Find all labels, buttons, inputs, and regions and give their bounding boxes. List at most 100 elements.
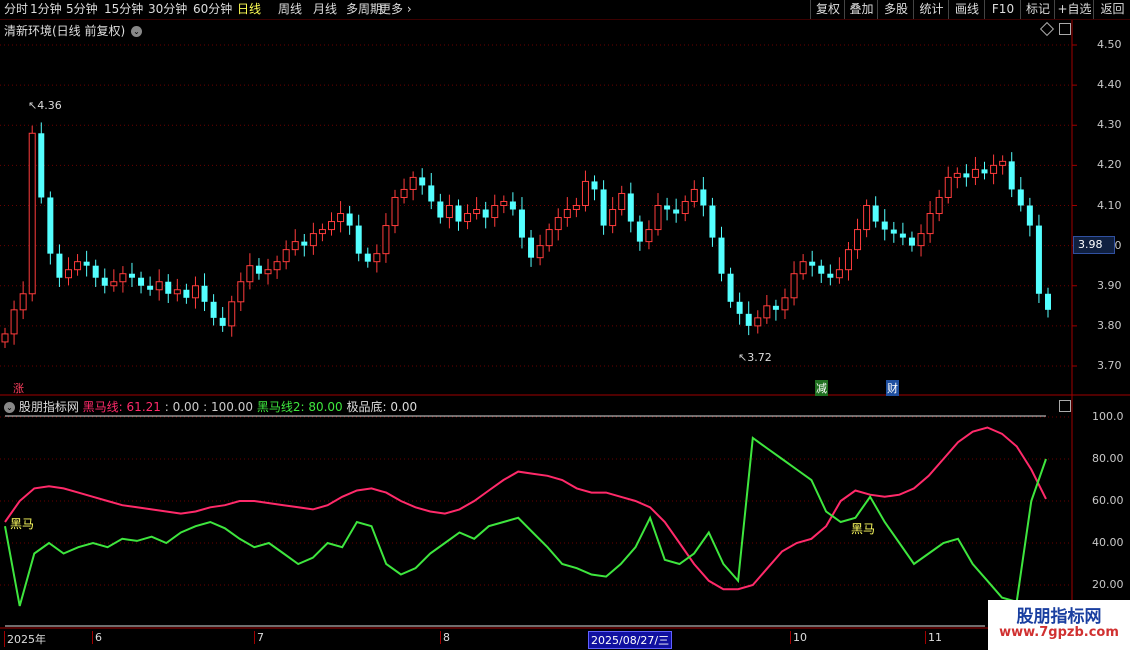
candle-body bbox=[809, 261, 816, 266]
candle-body bbox=[591, 181, 598, 190]
candle-body bbox=[881, 221, 888, 230]
chevron-down-icon[interactable]: ⌄ bbox=[131, 26, 143, 37]
candle-body bbox=[391, 196, 399, 227]
candle-body bbox=[10, 309, 18, 335]
watermark-url: www.7gpzb.com bbox=[999, 625, 1119, 640]
period-3[interactable]: 15分钟 bbox=[104, 1, 143, 17]
toolbar-button-8[interactable]: 返回 bbox=[1093, 0, 1130, 19]
toolbar-button-0[interactable]: 复权 bbox=[810, 0, 845, 19]
date-label-2: 7 bbox=[254, 631, 264, 644]
marker-jian[interactable]: 减 bbox=[815, 380, 828, 396]
candle-body bbox=[772, 305, 779, 310]
candle-body bbox=[38, 133, 45, 198]
candle-body bbox=[237, 281, 245, 303]
date-label-0: 2025年 bbox=[4, 631, 46, 647]
candle-body bbox=[718, 237, 725, 274]
indicator-name[interactable]: 股朋指标网 bbox=[19, 400, 79, 414]
candle-body bbox=[654, 205, 662, 231]
diamond-icon[interactable] bbox=[1039, 21, 1055, 37]
candle-body bbox=[509, 201, 516, 210]
period-5[interactable]: 60分钟 bbox=[193, 1, 232, 17]
candle-body bbox=[736, 301, 743, 314]
candle-body bbox=[482, 209, 489, 218]
candle-body bbox=[827, 273, 834, 278]
candle-body bbox=[790, 273, 798, 299]
candle-body bbox=[863, 205, 871, 231]
candle-body bbox=[328, 221, 336, 231]
candle-body bbox=[165, 281, 172, 294]
candle-body bbox=[627, 193, 634, 222]
candle-body bbox=[835, 269, 843, 279]
candle-body bbox=[337, 213, 345, 223]
candle-body bbox=[600, 189, 607, 226]
period-1[interactable]: 1分钟 bbox=[30, 1, 62, 17]
candle-body bbox=[464, 213, 472, 223]
candle-body bbox=[455, 205, 462, 222]
candle-body bbox=[92, 265, 99, 278]
candlestick-chart[interactable] bbox=[0, 0, 1130, 650]
chevron-down-icon[interactable]: ⌄ bbox=[4, 402, 15, 413]
candle-body bbox=[74, 261, 82, 271]
toolbar-button-6[interactable]: 标记 bbox=[1020, 0, 1055, 19]
date-label-6: 11 bbox=[925, 631, 942, 644]
indicator-tick-label: 100.0 bbox=[1092, 410, 1124, 423]
candle-body bbox=[572, 205, 580, 211]
price-tick-label: 3.90 bbox=[1097, 278, 1122, 292]
marker-zhang[interactable]: 涨 bbox=[13, 380, 24, 396]
period-0[interactable]: 分时 bbox=[4, 1, 28, 17]
candle-body bbox=[745, 313, 752, 326]
period-8[interactable]: 月线 bbox=[313, 1, 337, 17]
candle-body bbox=[709, 205, 716, 238]
candle-body bbox=[382, 225, 390, 255]
panel-toggle-icon[interactable] bbox=[1059, 23, 1071, 35]
period-10[interactable]: 更多 › bbox=[379, 1, 412, 17]
watermark-title: 股朋指标网 bbox=[1016, 607, 1102, 627]
candle-body bbox=[291, 241, 299, 251]
candle-body bbox=[609, 209, 617, 227]
candle-body bbox=[763, 305, 771, 319]
period-7[interactable]: 周线 bbox=[278, 1, 302, 17]
chart-title[interactable]: 清新环境(日线 前复权) ⌄ bbox=[4, 22, 143, 39]
candle-body bbox=[364, 253, 371, 262]
price-tick-label: 4.10 bbox=[1097, 198, 1122, 212]
marker-cai[interactable]: 财 bbox=[886, 380, 899, 396]
annotation-heima-2: 黑马 bbox=[851, 522, 876, 536]
candle-body bbox=[781, 297, 789, 311]
heima-line bbox=[4, 426, 1047, 591]
period-6[interactable]: 日线 bbox=[237, 1, 261, 17]
line2-value: 80.00 bbox=[308, 400, 343, 414]
watermark: 股朋指标网 www.7gpzb.com bbox=[988, 600, 1130, 650]
date-label-3: 8 bbox=[440, 631, 450, 644]
stock-title: 清新环境(日线 前复权) bbox=[4, 24, 126, 38]
candle-body bbox=[618, 192, 626, 211]
toolbar-button-3[interactable]: 统计 bbox=[913, 0, 949, 19]
toolbar-button-1[interactable]: 叠加 bbox=[844, 0, 878, 19]
candle-body bbox=[999, 160, 1007, 166]
price-tick-label: 3.70 bbox=[1097, 359, 1122, 372]
toolbar-button-4[interactable]: 画线 bbox=[948, 0, 985, 19]
candle-body bbox=[1017, 189, 1024, 206]
candle-body bbox=[83, 261, 90, 266]
candle-body bbox=[645, 229, 653, 243]
candle-body bbox=[554, 217, 562, 231]
bottom-value: 0.00 bbox=[390, 400, 418, 414]
period-4[interactable]: 30分钟 bbox=[148, 1, 187, 17]
indicator-tick-label: 80.00 bbox=[1092, 452, 1124, 465]
candle-body bbox=[926, 213, 934, 235]
period-9[interactable]: 多周期 bbox=[346, 1, 382, 17]
candle-body bbox=[255, 265, 262, 274]
candle-body bbox=[355, 225, 362, 254]
line1-value: 61.21 bbox=[126, 400, 161, 414]
panel-toggle-icon[interactable] bbox=[1059, 400, 1071, 412]
candle-body bbox=[818, 265, 825, 274]
annotation-heima-1: 黑马 bbox=[10, 517, 35, 531]
toolbar-button-5[interactable]: F10 bbox=[984, 0, 1021, 19]
candle-body bbox=[963, 173, 970, 178]
period-2[interactable]: 5分钟 bbox=[66, 1, 98, 17]
toolbar-button-2[interactable]: 多股 bbox=[877, 0, 914, 19]
candle-body bbox=[228, 301, 236, 327]
candle-body bbox=[346, 213, 353, 226]
candle-body bbox=[854, 229, 862, 251]
date-label-5: 10 bbox=[790, 631, 807, 644]
toolbar-button-7[interactable]: +自选 bbox=[1054, 0, 1094, 19]
